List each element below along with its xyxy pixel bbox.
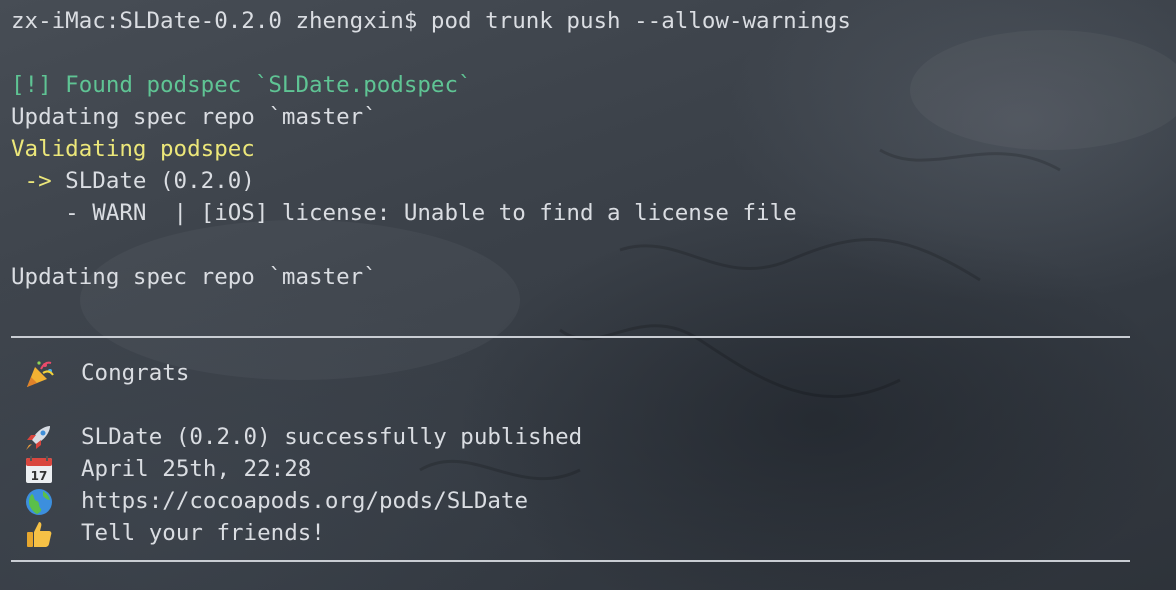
found-podspec-line: [!] Found podspec `SLDate.podspec` xyxy=(11,72,472,98)
tell-friends-text: Tell your friends! xyxy=(81,520,325,546)
date-line: 17 April 25th, 22:28 xyxy=(11,453,1171,485)
calendar-icon: 17 xyxy=(11,453,81,485)
congrats-line: Congrats xyxy=(11,357,1171,389)
divider-bottom xyxy=(11,549,1171,581)
warn-line: - WARN | [iOS] license: Unable to find a… xyxy=(11,200,797,226)
svg-text:17: 17 xyxy=(31,469,48,483)
prompt-line: zx-iMac:SLDate-0.2.0 zhengxin$ pod trunk… xyxy=(11,8,851,34)
terminal-output: zx-iMac:SLDate-0.2.0 zhengxin$ pod trunk… xyxy=(11,5,1171,581)
url-line: https://cocoapods.org/pods/SLDate xyxy=(11,485,1171,517)
congrats-text: Congrats xyxy=(81,360,190,386)
updating-spec-repo-line: Updating spec repo `master` xyxy=(11,104,377,130)
url-text: https://cocoapods.org/pods/SLDate xyxy=(81,488,529,514)
validating-podspec-line: Validating podspec xyxy=(11,136,255,162)
pod-version-line: -> SLDate (0.2.0) xyxy=(11,165,1171,197)
published-line: SLDate (0.2.0) successfully published xyxy=(11,421,1171,453)
thumbs-up-icon xyxy=(11,517,81,549)
published-text: SLDate (0.2.0) successfully published xyxy=(81,424,583,450)
party-popper-icon xyxy=(11,357,81,389)
tell-friends-line: Tell your friends! xyxy=(11,517,1171,549)
date-text: April 25th, 22:28 xyxy=(81,456,312,482)
pod-version-text: SLDate (0.2.0) xyxy=(51,168,255,194)
updating-spec-repo-line-2: Updating spec repo `master` xyxy=(11,264,377,290)
rocket-icon xyxy=(11,421,81,453)
divider-top xyxy=(11,325,1171,357)
globe-icon xyxy=(11,485,81,517)
arrow-marker: -> xyxy=(11,168,52,194)
